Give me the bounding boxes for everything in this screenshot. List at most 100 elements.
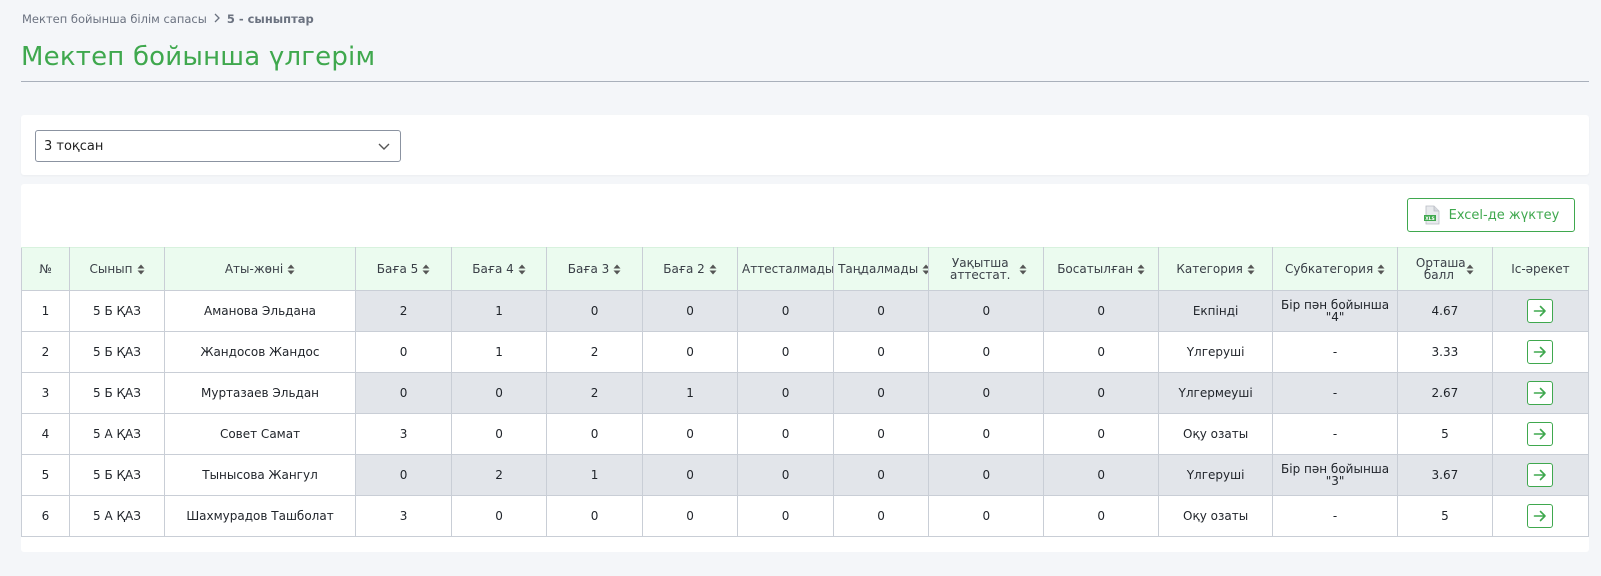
chevron-down-icon — [378, 143, 390, 150]
cell-subcategory: - — [1272, 331, 1398, 373]
table-row: 15 Б ҚАЗ Аманова Эльдана 2 1 0 0 0 0 0 0 Екпінді Бі… — [21, 290, 1590, 332]
col-header-class[interactable]: Сынып — [69, 247, 165, 291]
breadcrumb-current: 5 - сыныптар — [226, 12, 314, 26]
col-header-grade2[interactable]: Баға 2 — [642, 247, 739, 291]
cell-name: Муртазаев Эльдан — [163, 372, 357, 414]
cell-grade2: 0 — [642, 495, 739, 537]
open-details-button[interactable] — [1527, 422, 1554, 446]
cell-name: Жандосов Жандос — [163, 331, 357, 373]
cell-temp-attest: 0 — [928, 372, 1045, 414]
cell-temp-attest: 0 — [928, 290, 1045, 332]
cell-exempt: 0 — [1043, 331, 1159, 373]
results-panel: XLS Excel-де жүктеу № Сынып Аты-жөні Бағ… — [21, 184, 1590, 552]
cell-subcategory: - — [1272, 372, 1398, 414]
cell-action — [1491, 290, 1590, 332]
cell-grade4: 1 — [451, 331, 548, 373]
cell-grade5: 2 — [355, 290, 453, 332]
cell-name: Шахмурадов Ташболат — [163, 495, 357, 537]
quarter-select[interactable]: 3 тоқсан — [35, 130, 401, 162]
page-title: Мектеп бойынша үлгерім — [21, 42, 376, 72]
cell-class: 5 Б ҚАЗ — [69, 331, 165, 373]
cell-grade3: 0 — [546, 290, 644, 332]
cell-number: 5 — [21, 454, 70, 496]
xls-file-icon: XLS — [1423, 205, 1440, 225]
col-header-not-attested[interactable]: Аттесталмады — [737, 247, 835, 291]
open-details-button[interactable] — [1527, 340, 1554, 364]
excel-export-button[interactable]: XLS Excel-де жүктеу — [1407, 198, 1575, 232]
arrow-right-icon — [1534, 428, 1547, 440]
cell-not-attested: 0 — [737, 454, 835, 496]
col-header-exempt[interactable]: Босатылған — [1043, 247, 1159, 291]
sort-icon — [422, 264, 430, 274]
cell-name: Совет Самат — [163, 413, 357, 455]
cell-exempt: 0 — [1043, 454, 1159, 496]
cell-not-selected: 0 — [833, 413, 930, 455]
table-row: 55 Б ҚАЗ Тынысова Жангул 0 2 1 0 0 0 0 0 Үлгеруші Б… — [21, 454, 1590, 496]
cell-exempt: 0 — [1043, 372, 1159, 414]
sort-icon — [1247, 264, 1255, 274]
cell-exempt: 0 — [1043, 413, 1159, 455]
table-row: 45 А ҚАЗ Совет Самат 3 0 0 0 0 0 0 0 Оқу озаты -5 — [21, 413, 1590, 455]
cell-category: Оқу озаты — [1157, 413, 1274, 455]
cell-temp-attest: 0 — [928, 331, 1045, 373]
cell-name: Тынысова Жангул — [163, 454, 357, 496]
arrow-right-icon — [1534, 469, 1547, 481]
col-header-grade3[interactable]: Баға 3 — [546, 247, 644, 291]
cell-subcategory: - — [1272, 495, 1398, 537]
open-details-button[interactable] — [1527, 299, 1554, 323]
cell-name: Аманова Эльдана — [163, 290, 357, 332]
cell-grade2: 0 — [642, 454, 739, 496]
cell-grade2: 0 — [642, 331, 739, 373]
col-header-grade4[interactable]: Баға 4 — [451, 247, 548, 291]
cell-grade5: 0 — [355, 454, 453, 496]
col-header-temp-attest[interactable]: Уақытша аттестат. — [928, 247, 1045, 291]
cell-grade3: 0 — [546, 495, 644, 537]
cell-number: 6 — [21, 495, 70, 537]
col-header-category[interactable]: Категория — [1157, 247, 1274, 291]
col-header-average[interactable]: Орташа балл — [1396, 247, 1493, 291]
col-header-action: Іс-әрекет — [1491, 247, 1590, 291]
results-table: № Сынып Аты-жөні Баға 5 Баға 4 Баға 3 Ба… — [21, 247, 1590, 537]
open-details-button[interactable] — [1527, 463, 1554, 487]
cell-category: Үлгеруші — [1157, 331, 1274, 373]
cell-grade5: 0 — [355, 372, 453, 414]
cell-subcategory: Бір пән бойынша "4" — [1272, 290, 1398, 332]
col-header-name[interactable]: Аты-жөні — [163, 247, 357, 291]
cell-not-selected: 0 — [833, 454, 930, 496]
cell-average: 3.33 — [1396, 331, 1493, 373]
col-header-not-selected[interactable]: Таңдалмады — [833, 247, 930, 291]
cell-number: 3 — [21, 372, 70, 414]
cell-action — [1491, 372, 1590, 414]
cell-category: Оқу озаты — [1157, 495, 1274, 537]
open-details-button[interactable] — [1527, 504, 1554, 528]
col-header-grade5[interactable]: Баға 5 — [355, 247, 453, 291]
col-header-number: № — [21, 247, 70, 291]
cell-grade5: 3 — [355, 495, 453, 537]
cell-not-attested: 0 — [737, 331, 835, 373]
cell-not-selected: 0 — [833, 290, 930, 332]
cell-not-selected: 0 — [833, 331, 930, 373]
cell-subcategory: Бір пән бойынша "3" — [1272, 454, 1398, 496]
cell-average: 2.67 — [1396, 372, 1493, 414]
cell-action — [1491, 495, 1590, 537]
cell-exempt: 0 — [1043, 290, 1159, 332]
cell-action — [1491, 413, 1590, 455]
cell-grade4: 2 — [451, 454, 548, 496]
cell-not-attested: 0 — [737, 290, 835, 332]
sort-icon — [137, 264, 145, 274]
breadcrumb-parent-link[interactable]: Мектеп бойынша білім сапасы — [22, 12, 207, 26]
cell-not-attested: 0 — [737, 495, 835, 537]
sort-icon — [709, 264, 717, 274]
cell-grade4: 0 — [451, 413, 548, 455]
cell-category: Екпінді — [1157, 290, 1274, 332]
cell-grade2: 1 — [642, 372, 739, 414]
cell-grade4: 0 — [451, 372, 548, 414]
cell-category: Үлгеруші — [1157, 454, 1274, 496]
open-details-button[interactable] — [1527, 381, 1554, 405]
sort-icon — [613, 264, 621, 274]
col-header-subcategory[interactable]: Субкатегория — [1272, 247, 1398, 291]
arrow-right-icon — [1534, 305, 1547, 317]
cell-temp-attest: 0 — [928, 454, 1045, 496]
cell-class: 5 Б ҚАЗ — [69, 290, 165, 332]
cell-not-selected: 0 — [833, 495, 930, 537]
